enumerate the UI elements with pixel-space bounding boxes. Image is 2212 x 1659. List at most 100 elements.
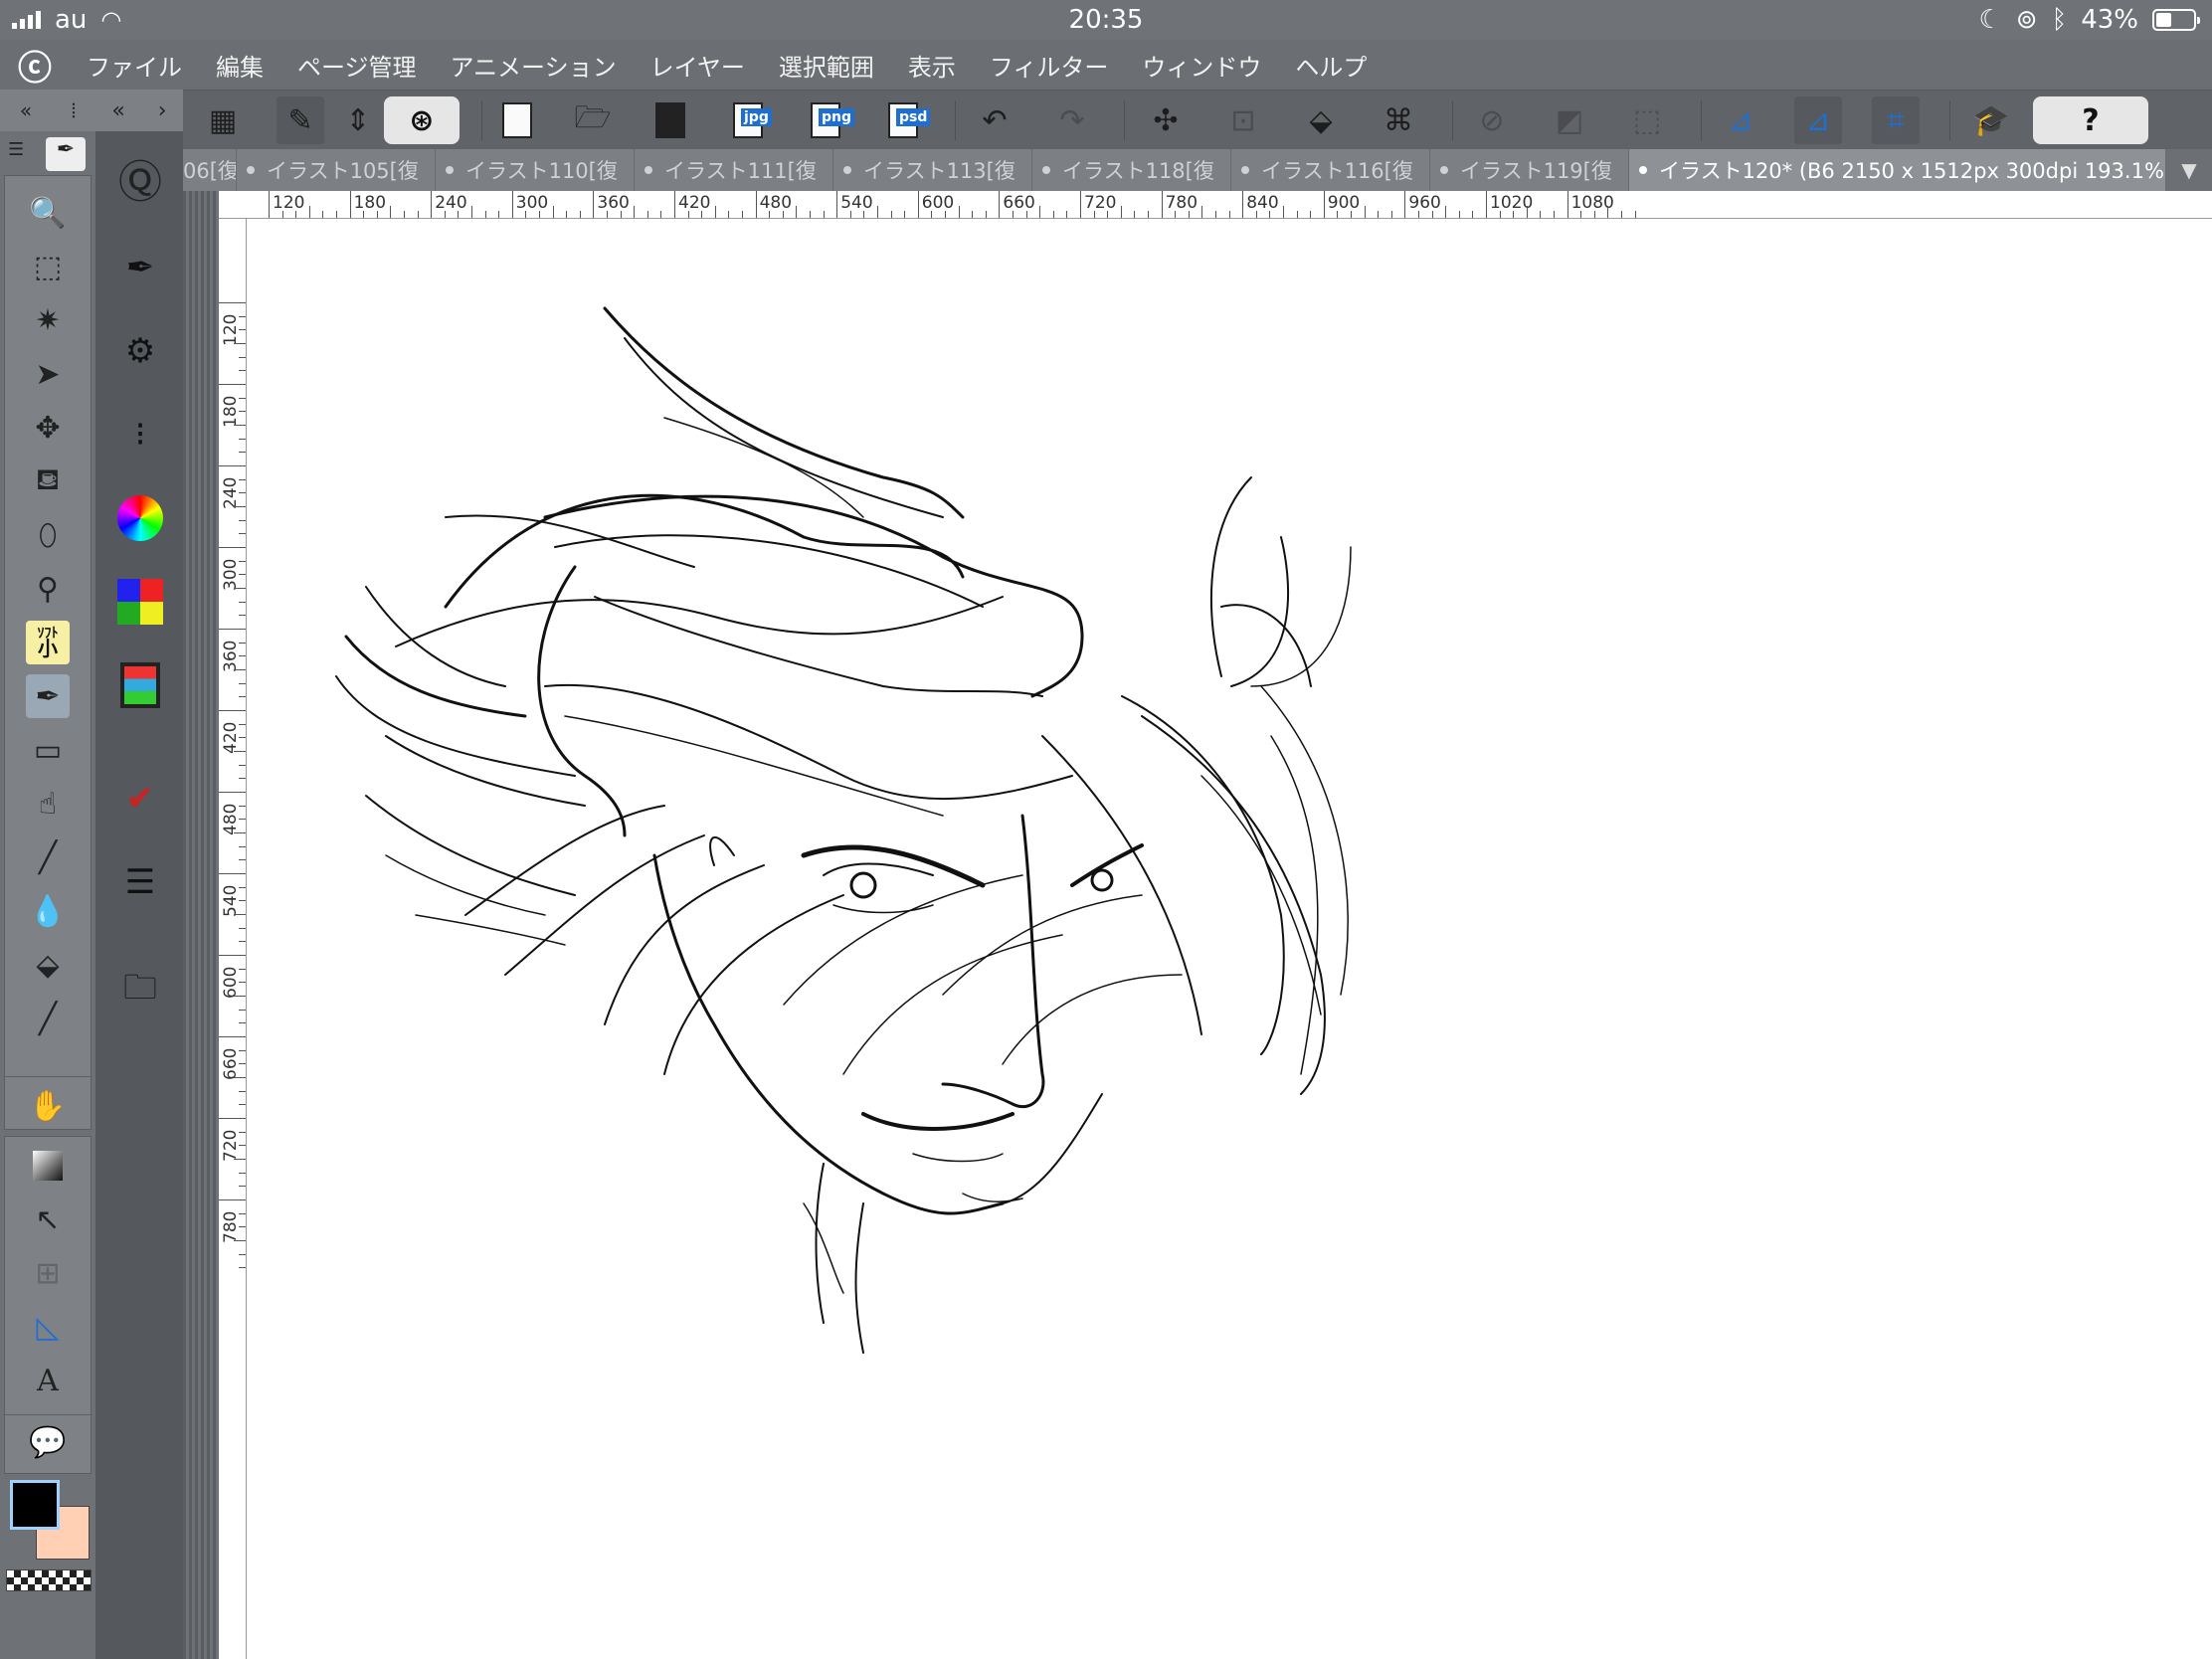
snap-to-grid-icon[interactable]: ⌗ [1872,96,1920,144]
snap-to-special-ruler-icon[interactable]: ⊿ [1794,96,1842,144]
material-folder-icon[interactable]: 🗀 [113,965,167,1018]
main-color-swatch[interactable] [10,1480,60,1530]
auto-action-icon[interactable]: ✷ [26,298,70,342]
menu-view[interactable]: 表示 [891,48,973,83]
ruler-minor-tick [239,886,246,888]
new-file-icon[interactable] [493,96,541,144]
text-tool-icon[interactable]: A [26,1359,70,1402]
menu-edit[interactable]: 編集 [199,48,280,83]
snap-to-ruler-icon[interactable]: ⊿ [1717,96,1764,144]
move-icon[interactable]: ⬚ [26,245,70,288]
menu-animation[interactable]: アニメーション [434,48,634,83]
sub-panel-collapse[interactable]: « › [95,90,183,131]
transparent-color-swatch[interactable] [6,1569,92,1591]
menu-window[interactable]: ウィンドウ [1125,48,1278,83]
ruler-minor-tick [1593,211,1595,218]
save-icon[interactable] [646,96,694,144]
scale-rotate-icon[interactable]: ⌘ [1375,96,1422,144]
tab-list-dropdown-icon[interactable]: ▼ [2166,149,2212,191]
ruler-minor-tick [484,211,486,218]
fill-bucket-icon[interactable]: ⬙ [26,943,70,987]
menu-file[interactable]: ファイル [70,48,199,83]
layer-property-icon[interactable]: ✔ [113,772,167,826]
export-png-button[interactable]: png [802,96,855,144]
double-chevron-left-icon[interactable]: « [111,98,124,123]
menu-filter[interactable]: フィルター [973,48,1126,83]
menu-help[interactable]: ヘルプ [1278,48,1383,83]
ruler-major-tick [1486,191,1487,218]
gradient-icon[interactable] [26,1144,70,1188]
deselect-icon[interactable]: ⊘ [1468,96,1516,144]
tab-doc-113[interactable]: イラスト113[復 [833,149,1032,191]
drawing-canvas[interactable] [247,219,2212,1659]
zoom-icon[interactable]: 🔍 [26,191,70,235]
menu-page[interactable]: ページ管理 [280,48,434,83]
show-selection-icon[interactable]: ⬚ [1623,96,1671,144]
eraser-icon[interactable]: ▭ [26,728,70,772]
tool-panel-collapse[interactable]: « ⦙ [0,90,95,131]
pen-icon[interactable]: ✒ [26,674,70,718]
vertical-ruler[interactable]: 120 180 240 300 360 420 480 540 600 660 720 780 [219,219,247,1659]
ruler-minor-tick [1188,211,1190,218]
hand-icon[interactable]: ✋ [26,1084,70,1128]
tab-doc-105[interactable]: イラスト105[復 [237,149,436,191]
clip-studio-connect-icon[interactable]: ⊛ [384,96,460,144]
color-wheel-icon[interactable] [113,491,167,545]
tab-doc-116[interactable]: イラスト116[復 [1231,149,1430,191]
ruler-minor-tick [234,914,246,915]
ruler-minor-tick [945,211,946,218]
tab-doc-111[interactable]: イラスト111[復 [635,149,833,191]
tutorial-icon[interactable]: 🎓 [1967,96,2015,144]
help-button[interactable]: ? [2033,96,2148,144]
edit-mode-icon[interactable]: ✎ [276,96,324,144]
reorder-arrows-icon[interactable]: ⇕ [336,96,380,144]
operation-icon[interactable]: ➤ [26,352,70,396]
speech-balloon-icon[interactable]: 💬 [26,1420,70,1464]
transform-icon[interactable]: ✣ [1142,96,1190,144]
menu-layer[interactable]: レイヤー [634,48,762,83]
tab-doc-118[interactable]: イラスト118[復 [1032,149,1231,191]
open-folder-icon[interactable]: 🗁 [569,96,617,144]
line-icon[interactable]: ╱ [26,835,70,879]
move-layer-icon[interactable]: ✥ [26,406,70,450]
brush-size-icon[interactable]: ⁝ [113,408,167,461]
soft-brush-preset[interactable]: ｿﾌﾄ小 [26,621,70,664]
lasso-select-icon[interactable]: ⬯ [26,513,70,557]
animation-timeline-icon[interactable] [113,658,167,712]
layers-icon[interactable]: ☰ [113,855,167,909]
tab-doc-110[interactable]: イラスト110[復 [436,149,635,191]
invert-selection-icon[interactable]: ◩ [1546,96,1593,144]
panel-menu-icon[interactable]: ☰ [8,139,24,160]
export-jpg-button[interactable]: jpg [724,96,772,144]
tool-property-icon[interactable]: ⚙ [113,324,167,378]
app-logo-icon[interactable]: ⓒ [0,40,70,90]
quick-access-icon[interactable]: Ⓠ [113,151,167,208]
redo-icon[interactable]: ↷ [1048,96,1096,144]
eyedropper-icon[interactable]: ⚲ [26,567,70,611]
fill-icon[interactable]: ⬙ [1297,96,1345,144]
blend-icon[interactable]: ☝ [26,782,70,826]
tab-doc-120-active[interactable]: イラスト120* (B6 2150 x 1512px 300dpi 193.1%… [1629,149,2166,191]
pen-tab-icon[interactable]: ✒ [46,137,86,171]
export-psd-button[interactable]: psd [879,96,931,144]
ruler-minor-tick [239,601,246,603]
double-chevron-left-icon[interactable]: « [20,98,32,122]
ruler-icon[interactable]: ◺ [26,1305,70,1349]
ink-drop-icon[interactable]: 💧 [26,889,70,933]
sub-tool-icon[interactable]: ✒ [113,241,167,294]
drag-handle-icon[interactable]: ⦙ [72,98,76,122]
straight-line-icon[interactable]: ╱ [26,997,70,1040]
ruler-major-tick [511,191,513,218]
tab-doc-106[interactable]: 06[復 [183,149,237,191]
clear-icon[interactable]: ⊡ [1219,96,1267,144]
undo-icon[interactable]: ↶ [971,96,1018,144]
horizontal-ruler[interactable]: 120 180 240 300 360 420 480 540 600 660 720 780 840 9… [219,191,2212,219]
vector-edit-icon[interactable]: ↖ [26,1198,70,1241]
tab-doc-119[interactable]: イラスト119[復 [1430,149,1629,191]
grid-layout-icon[interactable]: ▦ [199,96,247,144]
frame-icon[interactable]: ⊞ [26,1251,70,1295]
menu-selection[interactable]: 選択範囲 [762,48,891,83]
airbrush-stamp-icon[interactable]: ⛾ [26,460,70,503]
chevron-right-icon[interactable]: › [158,98,167,123]
color-set-icon[interactable] [113,575,167,629]
